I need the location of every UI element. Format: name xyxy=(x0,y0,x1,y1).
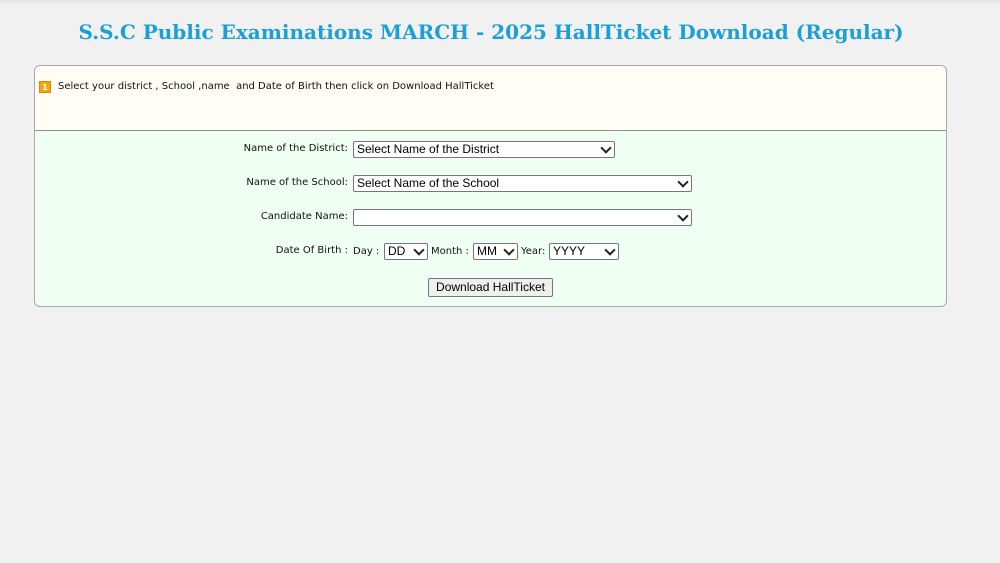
month-label: Month : xyxy=(431,246,469,257)
year-label: Year: xyxy=(521,246,546,257)
school-label: Name of the School: xyxy=(246,177,348,188)
dob-label: Date Of Birth : xyxy=(275,245,348,256)
page: S.S.C Public Examinations MARCH - 2025 H… xyxy=(0,0,1000,563)
school-select[interactable]: Select Name of the School xyxy=(353,175,692,192)
candidate-select[interactable] xyxy=(353,209,692,226)
hallticket-form-panel: 1 Select your district , School ,name an… xyxy=(34,65,947,307)
info-icon: 1 xyxy=(39,81,51,93)
instruction-text: Select your district , School ,name and … xyxy=(58,81,494,92)
day-label: Day : xyxy=(353,246,380,257)
dob-row: Date Of Birth : Day : DD Month : MM Year… xyxy=(35,243,946,261)
year-select-value: YYYY xyxy=(553,244,586,258)
district-select[interactable]: Select Name of the District xyxy=(353,141,615,158)
instruction-bar: 1 Select your district , School ,name an… xyxy=(35,66,946,131)
day-select[interactable]: DD xyxy=(384,243,428,260)
day-select-value: DD xyxy=(388,244,406,258)
district-select-value: Select Name of the District xyxy=(357,142,500,156)
page-title: S.S.C Public Examinations MARCH - 2025 H… xyxy=(78,20,904,44)
month-select[interactable]: MM xyxy=(473,243,518,260)
year-select[interactable]: YYYY xyxy=(549,243,619,260)
district-row: Name of the District: Select Name of the… xyxy=(35,141,946,159)
school-select-value: Select Name of the School xyxy=(357,176,500,190)
school-row: Name of the School: Select Name of the S… xyxy=(35,175,946,193)
chevron-down-icon xyxy=(604,244,616,256)
chevron-down-icon xyxy=(503,244,515,256)
top-border xyxy=(0,0,1000,3)
download-hallticket-button[interactable]: Download HallTicket xyxy=(428,278,553,297)
candidate-row: Candidate Name: xyxy=(35,209,946,227)
chevron-down-icon xyxy=(677,176,689,188)
chevron-down-icon xyxy=(677,210,689,222)
chevron-down-icon xyxy=(413,244,425,256)
chevron-down-icon xyxy=(600,142,612,154)
district-label: Name of the District: xyxy=(243,143,348,154)
month-select-value: MM xyxy=(477,244,497,258)
candidate-label: Candidate Name: xyxy=(260,211,348,222)
